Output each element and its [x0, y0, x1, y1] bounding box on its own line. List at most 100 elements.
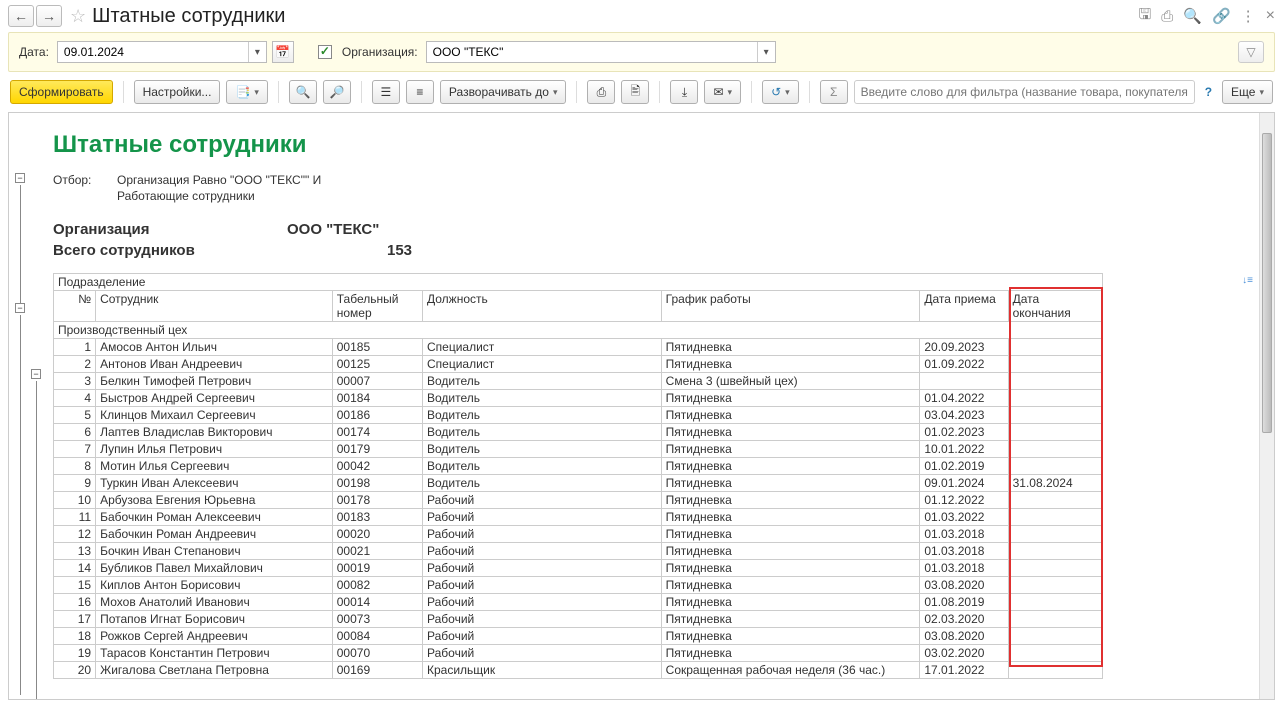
summary-org: Организация ООО "ТЕКС": [53, 221, 1249, 238]
report-viewport: − − − Штатные сотрудники Отбор: Организа…: [8, 112, 1275, 700]
save-file-button[interactable]: ⤓: [670, 80, 698, 104]
org-dropdown-button[interactable]: ▾: [757, 42, 775, 62]
cell-position: Красильщик: [423, 662, 662, 679]
col-position: Должность: [423, 291, 662, 322]
org-checkbox[interactable]: [318, 45, 332, 59]
table-row[interactable]: 12Бабочкин Роман Андреевич00020РабочийПя…: [54, 526, 1103, 543]
cell-num: 9: [54, 475, 96, 492]
calendar-button[interactable]: 📅: [272, 41, 294, 63]
table-row[interactable]: 18Рожков Сергей Андреевич00084РабочийПят…: [54, 628, 1103, 645]
close-icon[interactable]: ×: [1266, 7, 1275, 25]
outline-toggle-2[interactable]: −: [15, 303, 25, 313]
table-row[interactable]: 7Лупин Илья Петрович00179ВодительПятидне…: [54, 441, 1103, 458]
table-row[interactable]: 2Антонов Иван Андреевич00125СпециалистПя…: [54, 356, 1103, 373]
cell-employee: Киплов Антон Борисович: [96, 577, 333, 594]
table-row[interactable]: 19Тарасов Константин Петрович00070Рабочи…: [54, 645, 1103, 662]
table-row[interactable]: 16Мохов Анатолий Иванович00014РабочийПят…: [54, 594, 1103, 611]
variants-icon: 📑: [235, 85, 250, 99]
table-row[interactable]: 4Быстров Андрей Сергеевич00184ВодительПя…: [54, 390, 1103, 407]
filter-funnel-button[interactable]: ▽: [1238, 41, 1264, 63]
filter-desc-line2: Работающие сотрудники: [117, 189, 255, 203]
cell-schedule: Пятидневка: [661, 424, 920, 441]
group-name: Производственный цех: [54, 322, 1103, 339]
date-input[interactable]: [58, 42, 248, 62]
expand-all-button[interactable]: ≡: [406, 80, 434, 104]
cell-schedule: Смена 3 (швейный цех): [661, 373, 920, 390]
separator: [659, 81, 660, 103]
scrollbar-thumb[interactable]: [1262, 133, 1272, 433]
cell-position: Рабочий: [423, 509, 662, 526]
cell-employee: Рожков Сергей Андреевич: [96, 628, 333, 645]
preview-icon[interactable]: 🔍: [1183, 7, 1202, 25]
more-button[interactable]: Еще▾: [1222, 80, 1273, 104]
cell-position: Рабочий: [423, 543, 662, 560]
date-dropdown-button[interactable]: ▾: [248, 42, 266, 62]
outline-toggle-3[interactable]: −: [31, 369, 41, 379]
cell-schedule: Пятидневка: [661, 560, 920, 577]
cell-schedule: Пятидневка: [661, 492, 920, 509]
filter-description-2: Работающие сотрудники: [53, 189, 1249, 203]
sum-button[interactable]: Σ: [820, 80, 848, 104]
table-row[interactable]: 14Бубликов Павел Михайлович00019РабочийП…: [54, 560, 1103, 577]
cell-tabnum: 00070: [332, 645, 422, 662]
table-row[interactable]: 20Жигалова Светлана Петровна00169Красиль…: [54, 662, 1103, 679]
cell-tabnum: 00082: [332, 577, 422, 594]
outline-column: − − −: [9, 113, 53, 689]
cell-employee: Арбузова Евгения Юрьевна: [96, 492, 333, 509]
table-row[interactable]: 9Туркин Иван Алексеевич00198ВодительПяти…: [54, 475, 1103, 492]
cell-employee: Мохов Анатолий Иванович: [96, 594, 333, 611]
table-row[interactable]: 11Бабочкин Роман Алексеевич00183РабочийП…: [54, 509, 1103, 526]
variants-button[interactable]: 📑▾: [226, 80, 267, 104]
table-row[interactable]: 13Бочкин Иван Степанович00021РабочийПяти…: [54, 543, 1103, 560]
print-button[interactable]: ⎙: [587, 80, 615, 104]
search-input[interactable]: [854, 80, 1195, 104]
cell-tabnum: 00073: [332, 611, 422, 628]
group-header-row: Подразделение: [54, 274, 1103, 291]
cell-hire-date: 02.03.2020: [920, 611, 1008, 628]
cell-hire-date: 01.03.2018: [920, 543, 1008, 560]
cell-tabnum: 00184: [332, 390, 422, 407]
summary-total-label: Всего сотрудников: [53, 242, 287, 259]
table-row[interactable]: 8Мотин Илья Сергеевич00042ВодительПятидн…: [54, 458, 1103, 475]
table-row[interactable]: 1Амосов Антон Ильич00185СпециалистПятидн…: [54, 339, 1103, 356]
cell-schedule: Пятидневка: [661, 577, 920, 594]
table-row[interactable]: 15Киплов Антон Борисович00082РабочийПяти…: [54, 577, 1103, 594]
cell-hire-date: 01.03.2022: [920, 509, 1008, 526]
report-scroll[interactable]: − − − Штатные сотрудники Отбор: Организа…: [9, 113, 1259, 699]
refresh-button[interactable]: ↺▾: [762, 80, 799, 104]
nav-back-button[interactable]: ←: [8, 5, 34, 27]
nav-forward-button[interactable]: →: [36, 5, 62, 27]
cell-tabnum: 00042: [332, 458, 422, 475]
date-label: Дата:: [19, 45, 49, 59]
cell-position: Водитель: [423, 424, 662, 441]
cell-hire-date: 01.02.2023: [920, 424, 1008, 441]
cell-tabnum: 00021: [332, 543, 422, 560]
org-input[interactable]: [427, 42, 757, 62]
generate-button[interactable]: Сформировать: [10, 80, 113, 104]
find-button[interactable]: 🔍: [289, 80, 317, 104]
save-icon[interactable]: 🖫: [1138, 4, 1151, 29]
find-next-button[interactable]: 🔎: [323, 80, 351, 104]
link-icon[interactable]: 🔗: [1212, 7, 1231, 25]
help-button[interactable]: ?: [1201, 85, 1216, 99]
cell-num: 16: [54, 594, 96, 611]
summary-org-value: ООО "ТЕКС": [287, 221, 379, 238]
favorite-star-icon[interactable]: ☆: [70, 6, 86, 27]
table-row[interactable]: 5Клинцов Михаил Сергеевич00186ВодительПя…: [54, 407, 1103, 424]
expand-to-button[interactable]: Разворачивать до▾: [440, 80, 567, 104]
send-email-button[interactable]: ✉▾: [704, 80, 741, 104]
cell-schedule: Пятидневка: [661, 628, 920, 645]
table-row[interactable]: 6Лаптев Владислав Викторович00174Водител…: [54, 424, 1103, 441]
print-icon[interactable]: ⎙: [1161, 8, 1173, 25]
vertical-scrollbar[interactable]: [1259, 113, 1274, 699]
table-row[interactable]: 17Потапов Игнат Борисович00073РабочийПят…: [54, 611, 1103, 628]
settings-button[interactable]: Настройки...: [134, 80, 221, 104]
cell-num: 10: [54, 492, 96, 509]
print-preview-button[interactable]: 🖹: [621, 80, 649, 104]
collapse-all-button[interactable]: ☰: [372, 80, 400, 104]
table-row[interactable]: 10Арбузова Евгения Юрьевна00178РабочийПя…: [54, 492, 1103, 509]
table-row[interactable]: 3Белкин Тимофей Петрович00007ВодительСме…: [54, 373, 1103, 390]
kebab-menu-icon[interactable]: ⋮: [1241, 7, 1256, 25]
outline-toggle-1[interactable]: −: [15, 173, 25, 183]
cell-employee: Лаптев Владислав Викторович: [96, 424, 333, 441]
